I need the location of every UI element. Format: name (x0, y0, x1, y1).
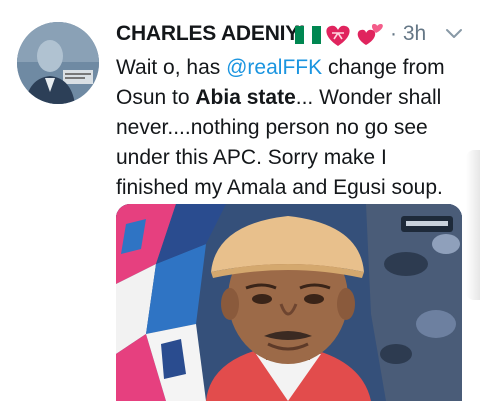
tweet-text: Wait o, has @realFFK change from Osun to… (116, 53, 478, 203)
mention-link[interactable]: @realFFK (226, 56, 322, 79)
tweet-time[interactable]: 3h (403, 22, 426, 45)
text-segment: change from (322, 56, 445, 79)
tweet-text-line-1: Wait o, has @realFFK change from (116, 53, 478, 83)
separator: · (390, 22, 397, 45)
tweet-media-photo[interactable] (116, 204, 462, 401)
chevron-down-icon[interactable] (444, 27, 464, 41)
tweet[interactable]: CHARLES ADENIYI · 3h Wait o, has @realFF… (0, 0, 480, 401)
bold-text: Abia state (195, 86, 296, 109)
tweet-meta: · 3h (390, 22, 426, 46)
scroll-edge (466, 150, 480, 300)
flag-nigeria-icon (295, 26, 321, 44)
tweet-text-line-5: finished my Amala and Egusi soup. (116, 176, 443, 199)
tweet-text-line-4: under this APC. Sorry make I (116, 146, 387, 169)
avatar[interactable] (17, 22, 99, 104)
author-name[interactable]: CHARLES ADENIYI (116, 22, 305, 46)
text-segment: Osun to (116, 86, 196, 109)
tweet-header: CHARLES ADENIYI · 3h (116, 20, 466, 50)
text-segment: Wait o, has (116, 56, 227, 79)
hearts-icon (326, 24, 383, 46)
tweet-text-line-2: Osun to Abia state... Wonder shall (116, 83, 478, 113)
text-segment: ... Wonder shall (295, 86, 442, 109)
tweet-text-line-3: never....nothing person no go see (116, 116, 428, 139)
